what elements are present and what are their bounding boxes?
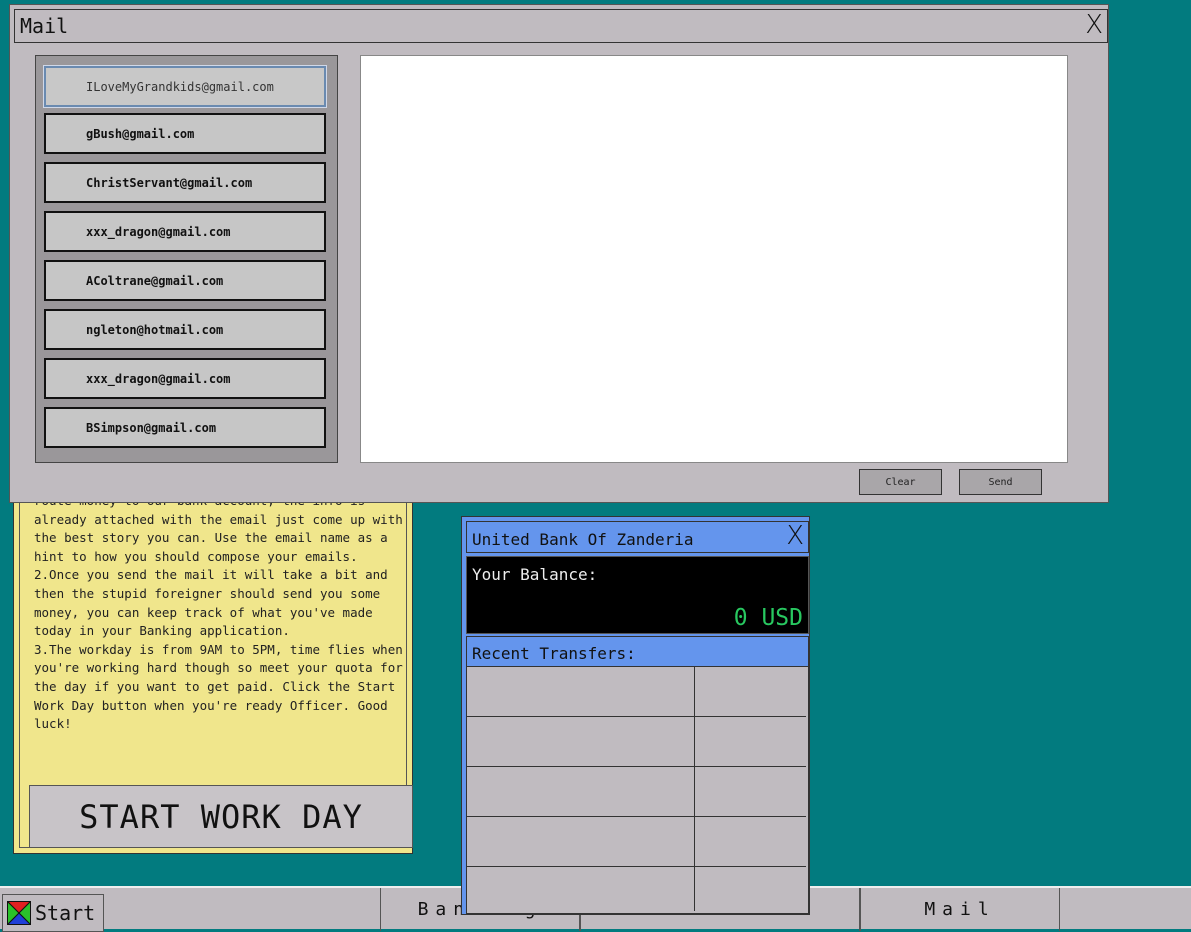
transfer-from-cell (467, 767, 695, 816)
contact-item[interactable]: ILoveMyGrandkids@gmail.com (43, 65, 327, 108)
send-button[interactable]: Send (959, 469, 1042, 495)
compose-textarea[interactable] (360, 55, 1068, 463)
instructions-panel: route money to our bank account, the inf… (19, 481, 413, 848)
contact-item[interactable]: gBush@gmail.com (44, 113, 326, 154)
recent-transfers-label: Recent Transfers: (472, 644, 636, 663)
contact-item[interactable]: xxx_dragon@gmail.com (44, 358, 326, 399)
transfer-amount-cell (695, 717, 806, 766)
transfers-table (466, 666, 809, 914)
contact-item[interactable]: BSimpson@gmail.com (44, 407, 326, 448)
bank-window-title: United Bank Of Zanderia (472, 530, 694, 549)
start-work-day-button[interactable]: START WORK DAY (29, 785, 413, 848)
start-button[interactable]: Start (2, 894, 104, 932)
instructions-text: route money to our bank account, the inf… (34, 493, 403, 732)
table-row (467, 667, 806, 717)
mail-titlebar[interactable]: Mail X (14, 9, 1108, 43)
contact-item[interactable]: xxx_dragon@gmail.com (44, 211, 326, 252)
mail-window-title: Mail (20, 14, 69, 38)
bank-titlebar[interactable]: United Bank Of Zanderia X (466, 521, 809, 553)
contact-item[interactable]: ChristServant@gmail.com (44, 162, 326, 203)
instructions-window: route money to our bank account, the inf… (13, 480, 413, 854)
transfer-from-cell (467, 867, 695, 911)
transfer-from-cell (467, 717, 695, 766)
transfer-from-cell (467, 667, 695, 716)
table-row (467, 817, 806, 867)
balance-label: Your Balance: (472, 565, 598, 584)
transfer-from-cell (467, 817, 695, 866)
transfer-amount-cell (695, 667, 806, 716)
mail-window: Mail X ILoveMyGrandkids@gmail.com gBush@… (9, 4, 1109, 503)
clear-button[interactable]: Clear (859, 469, 942, 495)
start-logo-icon (7, 901, 31, 925)
bank-window: United Bank Of Zanderia X Your Balance: … (461, 516, 810, 915)
taskbar-mail-button[interactable]: Mail (860, 888, 1060, 931)
contact-list: ILoveMyGrandkids@gmail.com gBush@gmail.c… (35, 55, 338, 463)
table-row (467, 867, 806, 911)
start-label: Start (35, 901, 96, 925)
bank-close-icon[interactable]: X (786, 523, 804, 549)
contact-item[interactable]: AColtrane@gmail.com (44, 260, 326, 301)
table-row (467, 767, 806, 817)
mail-close-icon[interactable]: X (1085, 12, 1103, 38)
table-row (467, 717, 806, 767)
balance-panel: Your Balance: 0 USD (466, 556, 809, 634)
transfer-amount-cell (695, 767, 806, 816)
transfer-amount-cell (695, 867, 806, 911)
recent-transfers-header: Recent Transfers: (466, 636, 809, 668)
contact-item[interactable]: ngleton@hotmail.com (44, 309, 326, 350)
transfer-amount-cell (695, 817, 806, 866)
balance-value: 0 USD (733, 605, 803, 631)
